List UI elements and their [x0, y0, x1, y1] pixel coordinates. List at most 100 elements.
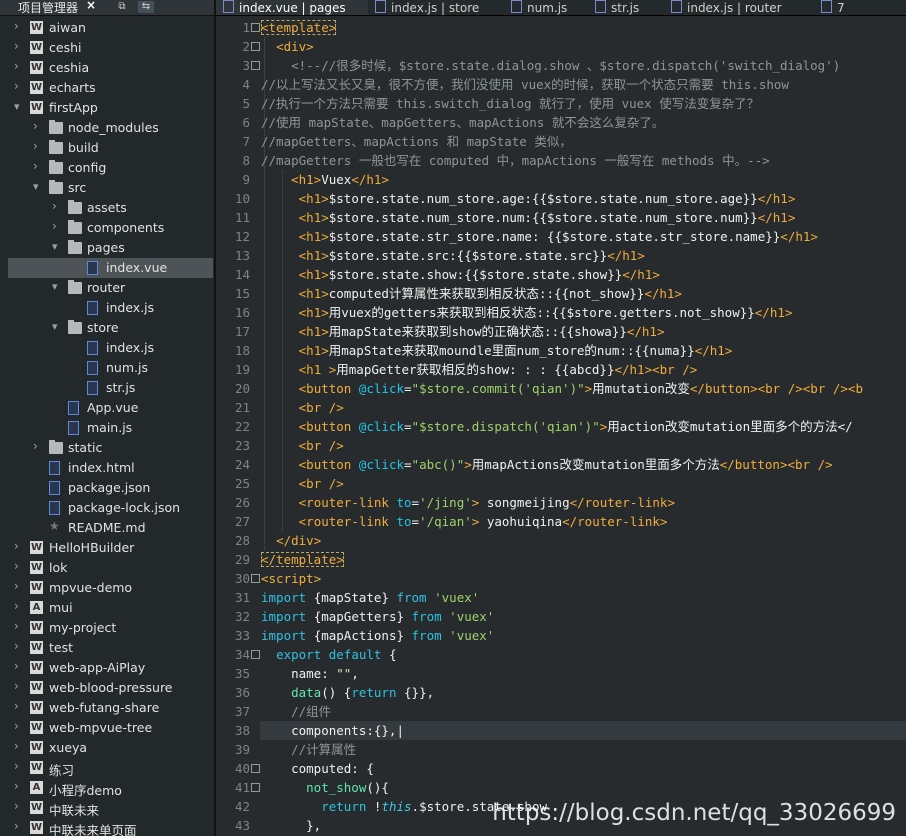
code-line[interactable]: <h1>$store.state.show:{{$store.state.sho… — [261, 265, 660, 284]
tree-item[interactable]: ▾ WfirstApp — [0, 98, 214, 118]
link-editor-icon[interactable]: ⇆ — [138, 1, 154, 13]
tree-item[interactable]: str.js — [0, 378, 214, 398]
fold-toggle-icon[interactable] — [251, 42, 260, 51]
tree-item[interactable]: package-lock.json — [0, 498, 214, 518]
tree-item[interactable]: index.js — [0, 298, 214, 318]
chevron-right-icon[interactable]: › — [33, 139, 43, 153]
tree-item[interactable]: ▾ pages — [0, 238, 214, 258]
tree-item[interactable]: › Wweb-futang-share — [0, 698, 214, 718]
editor-tab[interactable]: index.vue | pages — [216, 0, 369, 15]
code-line[interactable]: components:{},| — [261, 721, 404, 740]
code-line[interactable]: <h1 >用mapGetter获取相反的show: : : {{abcd}}</… — [261, 360, 698, 379]
chevron-down-icon[interactable]: ▾ — [52, 320, 62, 333]
tree-item[interactable]: › Wmpvue-demo — [0, 578, 214, 598]
chevron-right-icon[interactable]: › — [52, 199, 62, 213]
fold-toggle-icon[interactable] — [251, 764, 260, 773]
editor-tab[interactable]: index.js | router — [664, 0, 815, 15]
code-line[interactable]: import {mapGetters} from 'vuex' — [261, 607, 494, 626]
tree-item[interactable]: › W 练习 — [0, 758, 214, 778]
code-line[interactable]: <h1>computed计算属性来获取到相反状态::{{not_show}}</… — [261, 284, 682, 303]
chevron-right-icon[interactable]: › — [52, 219, 62, 233]
tree-item[interactable]: index.js — [0, 338, 214, 358]
tree-item[interactable]: ▾ router — [0, 278, 214, 298]
tree-item[interactable]: ▾ src — [0, 178, 214, 198]
editor-tab[interactable]: 7 — [814, 0, 906, 15]
close-icon[interactable]: × — [86, 0, 96, 12]
chevron-right-icon[interactable]: › — [14, 619, 24, 633]
code-line[interactable]: <h1>$store.state.num_store.age:{{$store.… — [261, 189, 796, 208]
code-line[interactable]: <h1>用mapState来获取到show的正确状态::{{showa}}</h… — [261, 322, 665, 341]
chevron-down-icon[interactable]: ▾ — [52, 240, 62, 253]
tree-item[interactable]: › Wweb-app-AiPlay — [0, 658, 214, 678]
chevron-right-icon[interactable]: › — [14, 599, 24, 613]
tree-item[interactable]: › Wweb-mpvue-tree — [0, 718, 214, 738]
code-line[interactable]: <router-link to='/jing'> songmeijing</ro… — [261, 493, 675, 512]
chevron-right-icon[interactable]: › — [14, 639, 24, 653]
code-line[interactable]: computed: { — [261, 759, 374, 778]
fold-toggle-icon[interactable] — [251, 783, 260, 792]
code-line[interactable]: <h1>Vuex</h1> — [261, 170, 389, 189]
editor-tab[interactable]: num.js — [504, 0, 589, 15]
tree-item[interactable]: main.js — [0, 418, 214, 438]
code-line[interactable]: data() {return {}}, — [261, 683, 434, 702]
code-line[interactable]: //以上写法又长又臭，很不方便，我们没使用 vuex的时候，获取一个状态只需要 … — [261, 75, 789, 94]
code-line[interactable]: <!--//很多时候，$store.state.dialog.show 、$st… — [261, 56, 840, 75]
code-line[interactable]: name: "", — [261, 664, 359, 683]
code-line[interactable]: import {mapState} from 'vuex' — [261, 588, 479, 607]
code-line[interactable]: //mapGetters、mapActions 和 mapState 类似， — [261, 132, 572, 151]
code-line[interactable]: //使用 mapState、mapGetters、mapActions 就不会这… — [261, 113, 664, 132]
code-line[interactable]: <h1>用mapState来获取moundle里面num_store的num::… — [261, 341, 733, 360]
chevron-right-icon[interactable]: › — [14, 579, 24, 593]
code-line[interactable]: <br /> — [261, 474, 344, 493]
collapse-all-icon[interactable]: ⧉ — [114, 1, 130, 13]
code-line[interactable]: <script> — [261, 569, 321, 588]
code-line[interactable]: <br /> — [261, 436, 344, 455]
tree-item[interactable]: › W 中联未来单页面 — [0, 818, 214, 836]
tree-item[interactable]: › components — [0, 218, 214, 238]
tree-item[interactable]: › A 小程序demo — [0, 778, 214, 798]
tree-item[interactable]: num.js — [0, 358, 214, 378]
chevron-right-icon[interactable]: › — [14, 659, 24, 673]
code-line[interactable]: }, — [261, 816, 321, 835]
tree-item[interactable]: › Wceshi — [0, 38, 214, 58]
code-line[interactable]: //mapGetters 一般也写在 computed 中，mapActions… — [261, 151, 770, 170]
code-line[interactable]: <h1>$store.state.num_store.num:{{$store.… — [261, 208, 796, 227]
tree-item[interactable]: › W HelloHBuilder — [0, 538, 214, 558]
code-line[interactable]: <div> — [261, 37, 314, 56]
code-line[interactable]: <template> — [261, 18, 337, 37]
chevron-right-icon[interactable]: › — [14, 819, 24, 833]
code-line[interactable]: import {mapActions} from 'vuex' — [261, 626, 494, 645]
chevron-right-icon[interactable]: › — [14, 79, 24, 93]
code-line[interactable]: <button @click="$store.dispatch('qian')"… — [261, 417, 853, 436]
code-line[interactable]: //执行一个方法只需要 this.switch_dialog 就行了，使用 vu… — [261, 94, 759, 113]
chevron-right-icon[interactable]: › — [14, 559, 24, 573]
code-line[interactable]: //组件 — [261, 702, 331, 721]
tree-item[interactable]: › Amui — [0, 598, 214, 618]
code-line[interactable]: <router-link to='/qian'> yaohuiqina</rou… — [261, 512, 668, 531]
code-line[interactable]: <button @click="abc()">用mapActions改变muta… — [261, 455, 833, 474]
tree-item[interactable]: ★ README.md — [0, 518, 214, 538]
chevron-right-icon[interactable]: › — [33, 159, 43, 173]
code-line[interactable]: not_show(){ — [261, 778, 389, 797]
code-line[interactable]: <h1>$store.state.src:{{$store.state.src}… — [261, 246, 645, 265]
chevron-down-icon[interactable]: ▾ — [33, 180, 43, 193]
tree-item[interactable]: › node_modules — [0, 118, 214, 138]
chevron-right-icon[interactable]: › — [14, 19, 24, 33]
tree-item[interactable]: › config — [0, 158, 214, 178]
tree-item[interactable]: › Wxueya — [0, 738, 214, 758]
tree-item[interactable]: › Wecharts — [0, 78, 214, 98]
code-line[interactable]: export default { — [261, 645, 396, 664]
chevron-down-icon[interactable]: ▾ — [14, 100, 24, 113]
code-line[interactable]: //计算属性 — [261, 740, 356, 759]
tree-item[interactable]: package.json — [0, 478, 214, 498]
tree-item[interactable]: index.html — [0, 458, 214, 478]
code-line[interactable]: <h1>$store.state.str_store.name: {{$stor… — [261, 227, 818, 246]
tree-item[interactable]: › Wceshia — [0, 58, 214, 78]
chevron-right-icon[interactable]: › — [14, 739, 24, 753]
chevron-right-icon[interactable]: › — [14, 699, 24, 713]
chevron-right-icon[interactable]: › — [14, 779, 24, 793]
tree-item[interactable]: › Wmy-project — [0, 618, 214, 638]
tree-item[interactable]: › Wweb-blood-pressure — [0, 678, 214, 698]
fold-toggle-icon[interactable] — [251, 574, 260, 583]
code-line[interactable]: <button @click="$store.commit('qian')">用… — [261, 379, 863, 398]
